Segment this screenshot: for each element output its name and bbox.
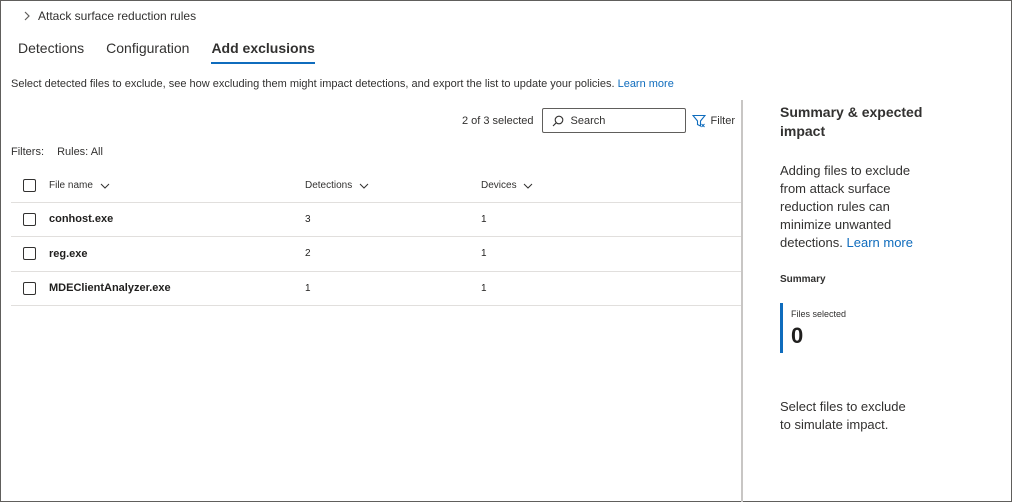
- search-icon: [552, 115, 563, 126]
- column-header-devices[interactable]: Devices: [481, 170, 741, 203]
- filter-label: Filter: [710, 114, 735, 127]
- panel-title: Summary & expected impact: [780, 104, 923, 139]
- tab-configuration[interactable]: Configuration: [106, 38, 189, 64]
- tab-detections[interactable]: Detections: [18, 38, 84, 64]
- panel-learn-more-link[interactable]: Learn more: [847, 235, 913, 250]
- breadcrumb[interactable]: Attack surface reduction rules: [22, 9, 196, 23]
- filter-icon: [691, 114, 706, 127]
- chevron-down-icon: [100, 183, 110, 189]
- row-checkbox[interactable]: [23, 247, 36, 261]
- search-input[interactable]: Search: [541, 108, 686, 133]
- table-row[interactable]: reg.exe 2 1: [11, 236, 741, 272]
- column-header-detections[interactable]: Detections: [305, 170, 481, 203]
- pane-divider[interactable]: [741, 100, 743, 502]
- summary-heading: Summary: [780, 274, 826, 285]
- column-header-label: File name: [49, 180, 93, 192]
- description-text: Select detected files to exclude, see ho…: [11, 78, 615, 90]
- files-table: File name Detections Devices conhost.exe…: [11, 170, 741, 306]
- files-pane: 2 of 3 selected Search Filter Filters: R…: [0, 100, 741, 502]
- column-header-label: Devices: [481, 180, 517, 192]
- detections-cell: 3: [305, 202, 481, 237]
- filter-button[interactable]: Filter: [691, 114, 735, 128]
- table-row[interactable]: MDEClientAnalyzer.exe 1 1: [11, 271, 741, 306]
- filters-value[interactable]: Rules: All: [57, 146, 103, 158]
- breadcrumb-label[interactable]: Attack surface reduction rules: [38, 9, 196, 23]
- file-name-cell: conhost.exe: [49, 202, 305, 237]
- file-name-cell: MDEClientAnalyzer.exe: [49, 271, 305, 306]
- row-checkbox[interactable]: [23, 281, 36, 295]
- panel-description: Adding files to exclude from attack surf…: [780, 162, 920, 252]
- summary-panel: Summary & expected impact Adding files t…: [780, 100, 1000, 434]
- detections-cell: 1: [305, 271, 481, 306]
- table-row[interactable]: conhost.exe 3 1: [11, 202, 741, 237]
- chevron-down-icon: [524, 183, 533, 189]
- detections-cell: 2: [305, 236, 481, 272]
- row-checkbox[interactable]: [23, 212, 36, 226]
- filters-label: Filters:: [11, 146, 44, 158]
- chevron-right-icon: [24, 11, 30, 21]
- learn-more-link[interactable]: Learn more: [618, 78, 674, 90]
- files-selected-metric: Files selected 0: [780, 303, 1000, 353]
- select-all-checkbox[interactable]: [23, 179, 36, 193]
- column-header-file-name[interactable]: File name: [49, 170, 305, 203]
- toolbar: 2 of 3 selected Search Filter: [462, 108, 735, 133]
- table-header-row: File name Detections Devices: [11, 170, 741, 203]
- tab-add-exclusions[interactable]: Add exclusions: [211, 38, 316, 64]
- panel-footer-text: Select files to exclude to simulate impa…: [780, 399, 906, 432]
- search-placeholder: Search: [570, 114, 606, 127]
- metric-value: 0: [791, 323, 804, 348]
- devices-cell: 1: [481, 271, 741, 306]
- devices-cell: 1: [481, 236, 741, 272]
- active-filters: Filters: Rules: All: [11, 146, 103, 158]
- metric-label: Files selected: [791, 309, 847, 319]
- column-header-label: Detections: [305, 180, 353, 192]
- devices-cell: 1: [481, 202, 741, 237]
- selected-count: 2 of 3 selected: [461, 114, 534, 127]
- page-description: Select detected files to exclude, see ho…: [11, 78, 674, 90]
- chevron-down-icon: [359, 183, 369, 189]
- file-name-cell: reg.exe: [49, 236, 305, 272]
- tab-bar: Detections Configuration Add exclusions: [18, 38, 337, 64]
